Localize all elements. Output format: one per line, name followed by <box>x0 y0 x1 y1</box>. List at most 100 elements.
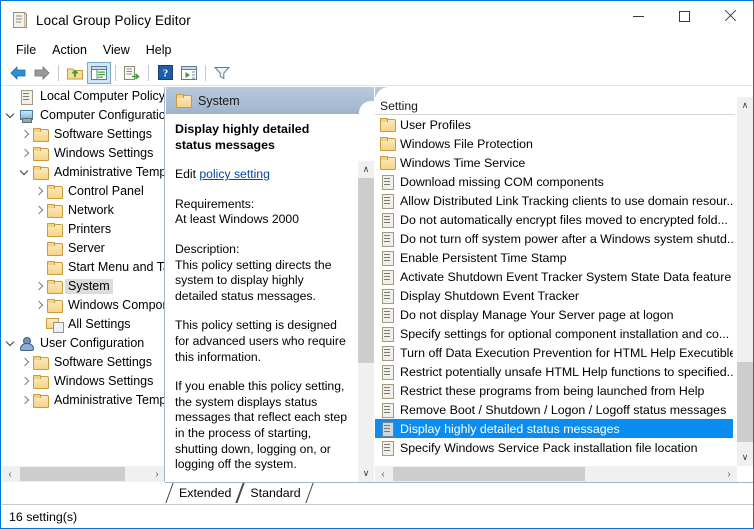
tree-item-software-settings[interactable]: Software Settings <box>2 125 165 144</box>
tree-item-windows-settings[interactable]: Windows Settings <box>2 144 165 163</box>
tree-item-administrative-templates[interactable]: Administrative Templates <box>2 163 165 182</box>
chevron-right-icon[interactable] <box>18 144 32 163</box>
tree-scroll-right-icon[interactable]: › <box>149 466 165 482</box>
setting-row[interactable]: Display Shutdown Event Tracker <box>375 286 733 305</box>
tree-scroll-left-icon[interactable]: ‹ <box>2 466 18 482</box>
policy-editor-icon <box>11 11 28 29</box>
tree-horizontal-scrollbar[interactable]: ‹ › <box>2 466 165 482</box>
folder-icon <box>46 279 63 294</box>
detail-scroll-up-icon[interactable]: ∧ <box>358 161 374 178</box>
setting-row[interactable]: Download missing COM components <box>375 172 733 191</box>
tree-item-server[interactable]: Server <box>2 239 165 258</box>
folder-icon <box>46 222 63 237</box>
tree-item-computer-configuration[interactable]: Computer Configuration <box>2 106 165 125</box>
chevron-right-icon[interactable] <box>32 277 46 296</box>
chevron-down-icon[interactable] <box>18 163 32 182</box>
setting-row[interactable]: Remove Boot / Shutdown / Logon / Logoff … <box>375 400 733 419</box>
list-scroll-down-icon[interactable]: ∨ <box>737 449 753 466</box>
setting-row[interactable]: Restrict these programs from being launc… <box>375 381 733 400</box>
description-label: Description: <box>175 242 349 258</box>
setting-row[interactable]: Display highly detailed status messages <box>375 419 733 438</box>
tab-standard[interactable]: Standard <box>240 483 309 503</box>
setting-row[interactable]: Windows Time Service <box>375 153 733 172</box>
tree-item-label: Software Settings <box>51 355 155 370</box>
menu-file[interactable]: File <box>8 41 44 59</box>
chevron-right-icon[interactable] <box>32 182 46 201</box>
menu-help[interactable]: Help <box>138 41 180 59</box>
chevron-right-icon[interactable] <box>18 353 32 372</box>
tree-item-all-settings[interactable]: All Settings <box>2 315 165 334</box>
chevron-down-icon[interactable] <box>4 106 18 125</box>
tree-item-windows-components[interactable]: Windows Components <box>2 296 165 315</box>
tree-item-control-panel[interactable]: Control Panel <box>2 182 165 201</box>
tree-item-administrative-templates[interactable]: Administrative Templates <box>2 391 165 410</box>
list-scroll-left-icon[interactable]: ‹ <box>375 466 391 482</box>
setting-row-label: Specify Windows Service Pack installatio… <box>400 441 698 455</box>
maximize-button[interactable] <box>661 1 707 31</box>
folder-icon <box>379 155 396 170</box>
tree-item-label: Start Menu and Taskbar <box>65 260 165 275</box>
tree-item-printers[interactable]: Printers <box>2 220 165 239</box>
policy-setting-link[interactable]: policy setting <box>199 167 269 181</box>
detail-scroll-thumb[interactable] <box>358 178 374 363</box>
properties-icon[interactable] <box>177 62 201 84</box>
setting-row[interactable]: Windows File Protection <box>375 134 733 153</box>
setting-row-label: Download missing COM components <box>400 175 604 189</box>
setting-row[interactable]: Specify settings for optional component … <box>375 324 733 343</box>
chevron-right-icon[interactable] <box>32 296 46 315</box>
up-folder-icon[interactable] <box>63 62 87 84</box>
setting-row[interactable]: Activate Shutdown Event Tracker System S… <box>375 267 733 286</box>
tree-item-local-computer-policy[interactable]: Local Computer Policy <box>2 87 165 106</box>
tree-item-windows-settings[interactable]: Windows Settings <box>2 372 165 391</box>
console-tree[interactable]: Local Computer PolicyComputer Configurat… <box>2 87 165 467</box>
close-button[interactable] <box>707 1 753 31</box>
filter-icon[interactable] <box>210 62 234 84</box>
setting-row[interactable]: Do not automatically encrypt files moved… <box>375 210 733 229</box>
setting-row[interactable]: Specify Windows Service Pack installatio… <box>375 438 733 457</box>
menu-view[interactable]: View <box>95 41 138 59</box>
list-scroll-up-icon[interactable]: ∧ <box>737 97 753 114</box>
export-list-icon[interactable] <box>120 62 144 84</box>
detail-scroll-down-icon[interactable]: ∨ <box>358 465 374 482</box>
detail-header-label: System <box>198 94 240 108</box>
tab-extended[interactable]: Extended <box>169 483 240 503</box>
setting-row-label: Remove Boot / Shutdown / Logon / Logoff … <box>400 403 726 417</box>
tree-scroll-thumb[interactable] <box>20 467 125 481</box>
list-hscroll-thumb[interactable] <box>393 467 585 481</box>
column-header-setting[interactable]: Setting <box>375 97 735 115</box>
help-icon[interactable]: ? <box>153 62 177 84</box>
settings-list[interactable]: User ProfilesWindows File ProtectionWind… <box>375 115 733 467</box>
setting-row[interactable]: Do not display Manage Your Server page a… <box>375 305 733 324</box>
setting-row[interactable]: Enable Persistent Time Stamp <box>375 248 733 267</box>
tree-item-network[interactable]: Network <box>2 201 165 220</box>
show-hide-console-tree-icon[interactable] <box>87 62 111 84</box>
menu-action[interactable]: Action <box>44 41 95 59</box>
list-vertical-scrollbar[interactable]: ∧ ∨ <box>737 97 753 466</box>
setting-row[interactable]: Turn off Data Execution Prevention for H… <box>375 343 733 362</box>
description-paragraph-3: If you enable this policy setting, the s… <box>175 379 349 473</box>
policy-title: Display highly detailed status messages <box>175 122 349 153</box>
setting-row[interactable]: User Profiles <box>375 115 733 134</box>
chevron-down-icon[interactable] <box>4 334 18 353</box>
setting-row[interactable]: Allow Distributed Link Tracking clients … <box>375 191 733 210</box>
setting-row[interactable]: Restrict potentially unsafe HTML Help fu… <box>375 362 733 381</box>
tree-scroll-track[interactable] <box>18 466 149 482</box>
setting-row[interactable]: Do not turn off system power after a Win… <box>375 229 733 248</box>
tree-item-start-menu-and-taskbar[interactable]: Start Menu and Taskbar <box>2 258 165 277</box>
back-icon[interactable] <box>6 62 30 84</box>
list-horizontal-scrollbar[interactable]: ‹ › <box>375 466 737 482</box>
tree-item-user-configuration[interactable]: User Configuration <box>2 334 165 353</box>
detail-vertical-scrollbar[interactable]: ∧ ∨ <box>358 161 374 482</box>
tree-item-system[interactable]: System <box>2 277 165 296</box>
list-scroll-thumb[interactable] <box>737 362 753 442</box>
forward-icon[interactable] <box>30 62 54 84</box>
list-scroll-right-icon[interactable]: › <box>721 466 737 482</box>
requirements-label: Requirements: <box>175 197 349 213</box>
chevron-right-icon[interactable] <box>18 125 32 144</box>
chevron-right-icon[interactable] <box>32 201 46 220</box>
chevron-right-icon[interactable] <box>18 391 32 410</box>
list-scroll-track[interactable] <box>391 466 721 482</box>
chevron-right-icon[interactable] <box>18 372 32 391</box>
minimize-button[interactable] <box>615 1 661 31</box>
tree-item-software-settings[interactable]: Software Settings <box>2 353 165 372</box>
